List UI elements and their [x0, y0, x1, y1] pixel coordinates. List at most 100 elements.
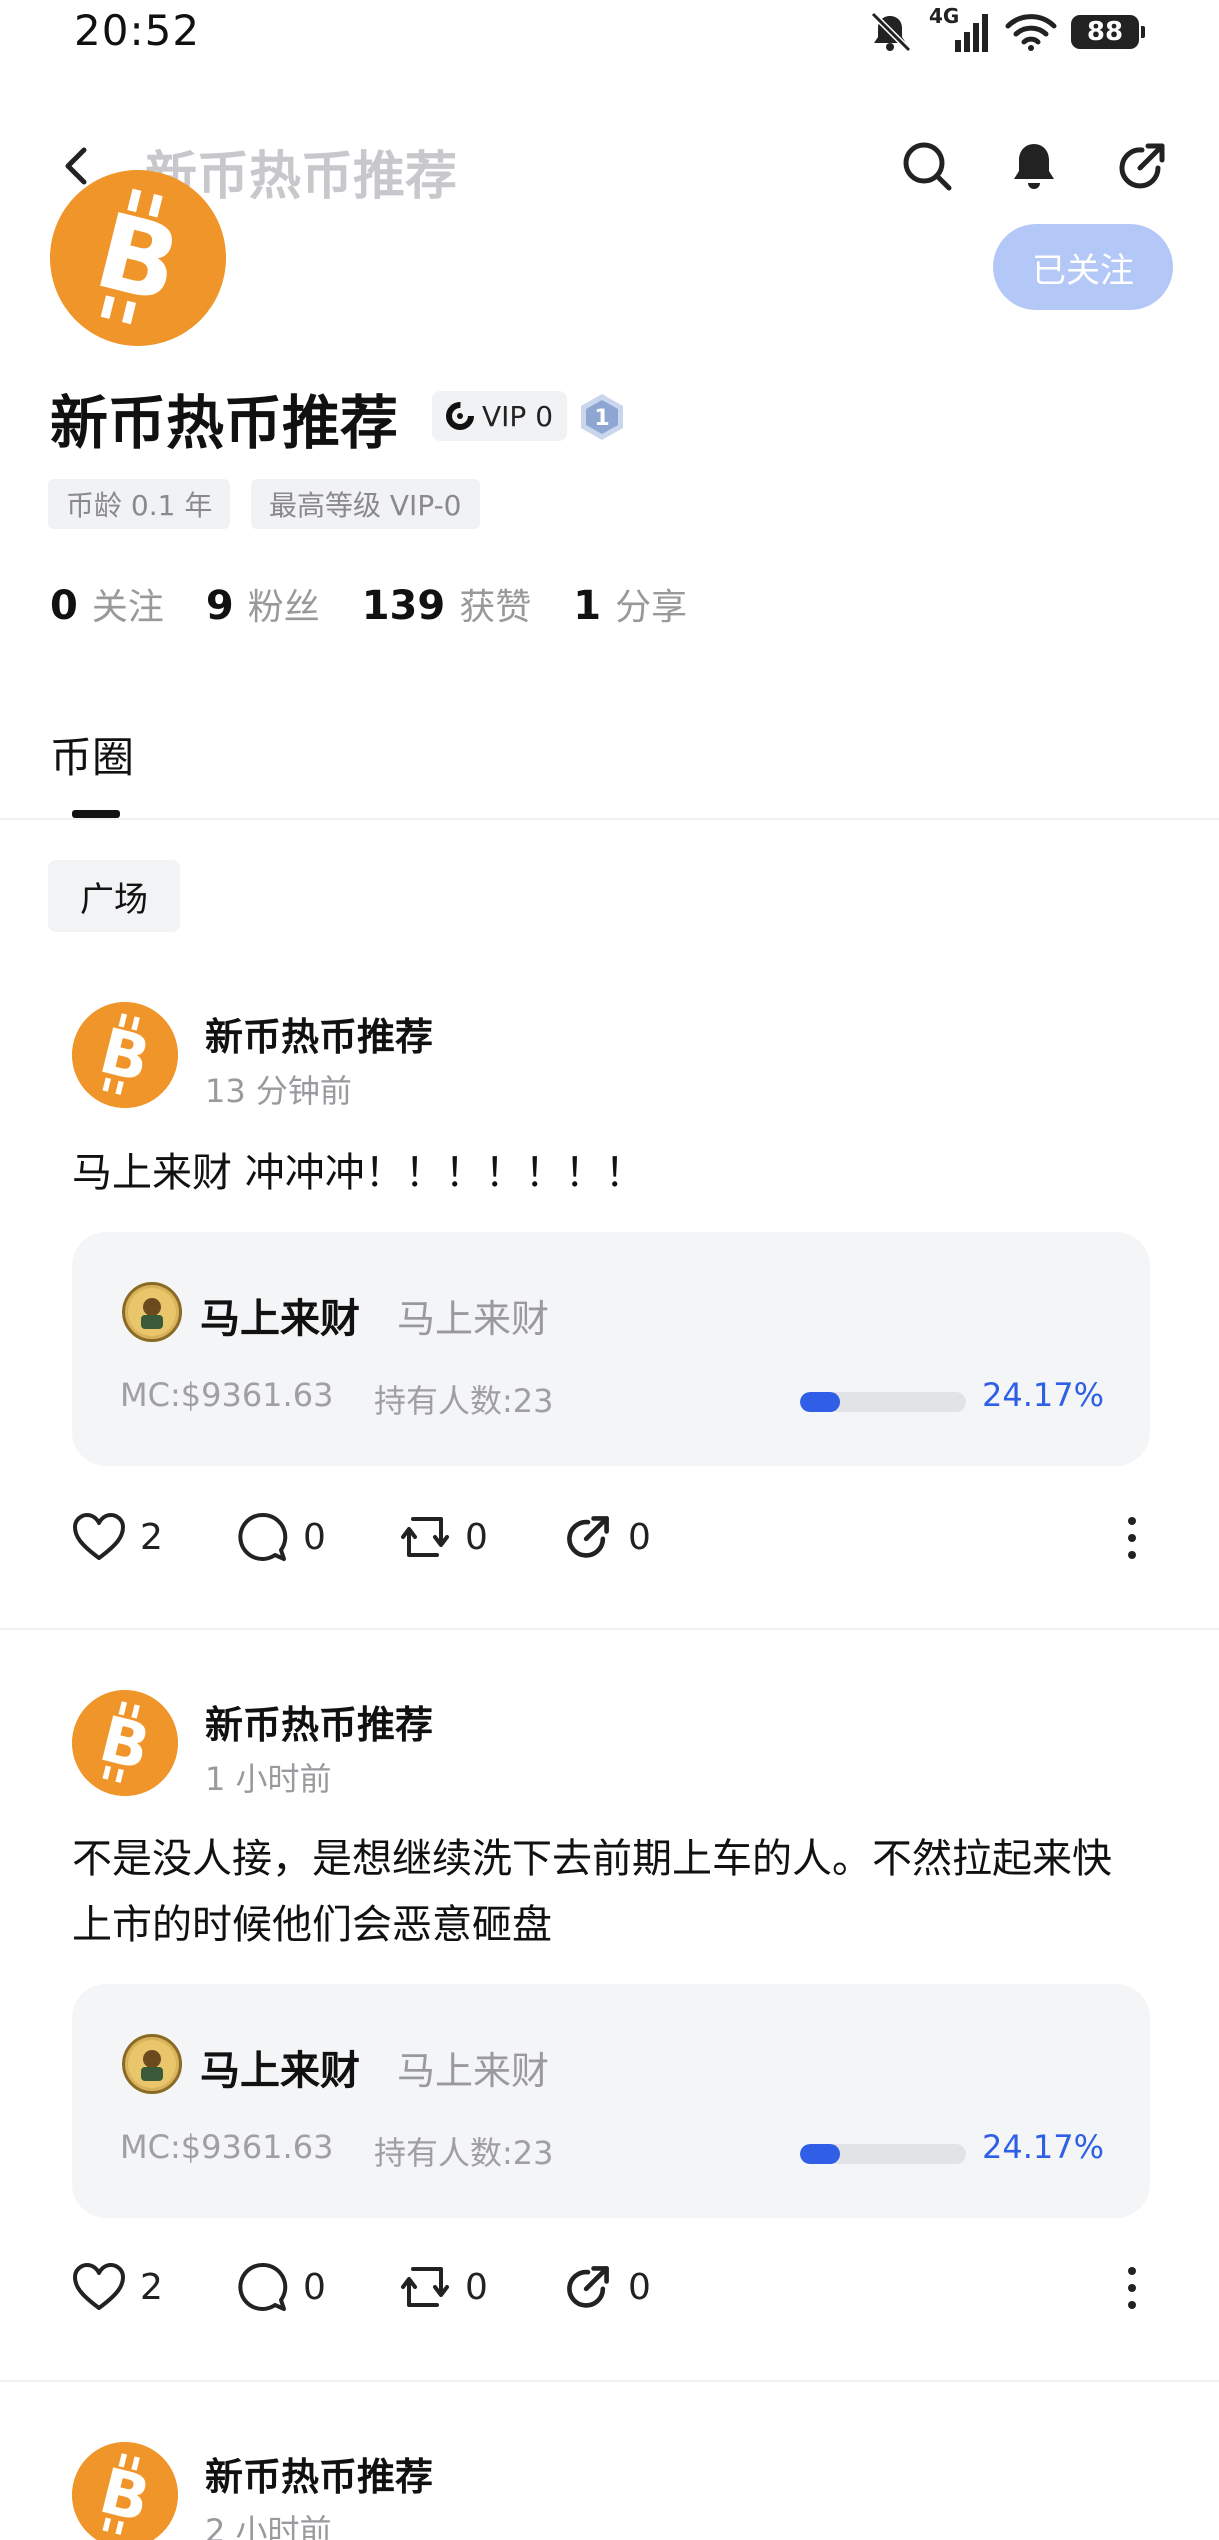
comment-count: 0 — [303, 1516, 326, 1558]
coin-symbol: 马上来财 — [397, 1297, 550, 1341]
following-count[interactable]: 0 — [50, 583, 78, 629]
status-bar: 20:52 4G 88 — [0, 0, 1219, 64]
post-actions: 2 0 0 0 — [72, 2252, 1152, 2322]
coin-card[interactable]: 马上来财 马上来财 MC:$9361.63 持有人数:23 24.17% — [72, 1232, 1150, 1466]
like-count: 2 — [140, 2266, 163, 2308]
coin-name: 马上来财 — [200, 2048, 360, 2094]
highest-level-tag: 最高等级 VIP-0 — [251, 479, 480, 529]
post-text: 马上来财 冲冲冲！！！！！！！ — [72, 1150, 645, 1196]
vip-ring-icon — [446, 402, 474, 430]
profile-avatar: B — [50, 170, 226, 346]
coin-progress-bar — [800, 2144, 966, 2164]
comment-button[interactable]: 0 — [237, 1502, 326, 1572]
coin-symbol: 马上来财 — [397, 2049, 550, 2093]
more-dot-icon — [1128, 1517, 1136, 1525]
post-text: 不是没人接，是想继续洗下去前期上车的人。不然拉起来快上市的时候他们会恶意砸盘 — [72, 1836, 1112, 1948]
filter-chip-square[interactable]: 广场 — [48, 860, 180, 932]
post-author[interactable]: 新币热币推荐 — [205, 1694, 433, 1749]
bitcoin-logo-icon: B — [72, 1002, 178, 1108]
repost-icon — [401, 2267, 449, 2307]
coin-holders: 持有人数:23 — [374, 1382, 554, 1420]
level-badge: 1 — [578, 392, 626, 442]
share-icon — [567, 2266, 609, 2308]
share-button[interactable] — [1110, 134, 1174, 198]
bitcoin-logo-icon: B — [72, 1690, 178, 1796]
comment-button[interactable]: 0 — [237, 2252, 326, 2322]
tab-coin-circle[interactable]: 币圈 — [50, 724, 134, 785]
coin-holders: 持有人数:23 — [374, 2134, 554, 2172]
progress-fill — [800, 2144, 841, 2164]
more-options-button[interactable] — [1112, 2258, 1152, 2318]
coin-market-cap: MC:$9361.63 — [120, 1376, 334, 1414]
progress-fill — [800, 1392, 841, 1412]
like-button[interactable]: 2 — [72, 1502, 163, 1572]
vip-badge: VIP 0 — [432, 391, 568, 441]
share-post-button[interactable]: 0 — [562, 2252, 651, 2322]
share-icon — [1119, 143, 1165, 189]
repost-count: 0 — [465, 2266, 488, 2308]
heart-icon — [73, 1513, 125, 1560]
post-divider — [0, 1628, 1219, 1630]
repost-icon — [401, 1517, 449, 1557]
post-avatar[interactable]: B — [72, 1690, 178, 1796]
battery-icon: 88 — [1071, 15, 1145, 49]
cellular-signal-icon: 4G — [929, 4, 991, 54]
likes-received-count: 139 — [361, 583, 446, 629]
hexagon-level-icon: 1 — [581, 394, 623, 440]
post-time: 1 小时前 — [205, 1760, 332, 1798]
wifi-icon — [1005, 14, 1057, 51]
following-label[interactable]: 关注 — [92, 578, 164, 630]
comment-count: 0 — [303, 2266, 326, 2308]
coin-progress-text: 24.17% — [982, 1376, 1105, 1414]
post-time: 2 小时前 — [205, 2512, 332, 2540]
followers-count[interactable]: 9 — [206, 583, 234, 629]
svg-text:1: 1 — [594, 406, 609, 431]
status-icons: 4G 88 — [865, 4, 1145, 56]
coin-market-cap: MC:$9361.63 — [120, 2128, 334, 2166]
heart-icon — [73, 2263, 125, 2310]
repost-button[interactable]: 0 — [399, 1502, 488, 1572]
repost-count: 0 — [465, 1516, 488, 1558]
post-actions: 2 0 0 0 — [72, 1502, 1152, 1572]
more-dot-icon — [1128, 2267, 1136, 2275]
notification-button[interactable] — [1002, 134, 1066, 198]
coin-progress-bar — [800, 1392, 966, 1412]
status-time: 20:52 — [74, 6, 201, 55]
more-dot-icon — [1128, 2284, 1136, 2292]
post-avatar[interactable]: B — [72, 2442, 178, 2540]
share-count: 0 — [628, 2266, 651, 2308]
coin-logo-icon — [122, 1282, 182, 1342]
profile-stats: 0 关注 9 粉丝 139 获赞 1 分享 — [50, 578, 729, 630]
share-post-button[interactable]: 0 — [562, 1502, 651, 1572]
like-count: 2 — [140, 1516, 163, 1558]
post-author[interactable]: 新币热币推荐 — [205, 1006, 433, 1061]
more-options-button[interactable] — [1112, 1508, 1152, 1568]
tab-divider — [0, 818, 1219, 820]
comment-icon — [238, 1512, 288, 1561]
likes-received-label: 获赞 — [459, 587, 532, 628]
shares-count: 1 — [573, 583, 602, 629]
repost-button[interactable]: 0 — [399, 2252, 488, 2322]
follow-button[interactable]: 已关注 — [993, 224, 1173, 310]
post-time: 13 分钟前 — [205, 1072, 352, 1110]
post-avatar[interactable]: B — [72, 1002, 178, 1108]
more-dot-icon — [1128, 2301, 1136, 2309]
search-button[interactable] — [895, 134, 959, 198]
bitcoin-logo-icon: B — [50, 170, 226, 346]
share-count: 0 — [628, 1516, 651, 1558]
post-divider — [0, 2380, 1219, 2382]
bitcoin-logo-icon: B — [72, 2442, 178, 2540]
coin-age-tag: 币龄 0.1 年 — [48, 479, 231, 529]
more-dot-icon — [1128, 1534, 1136, 1542]
search-icon — [903, 142, 952, 191]
coin-name: 马上来财 — [200, 1296, 360, 1342]
like-button[interactable]: 2 — [72, 2252, 163, 2322]
vip-label: VIP 0 — [482, 399, 554, 433]
post-author[interactable]: 新币热币推荐 — [205, 2446, 433, 2501]
share-icon — [567, 1516, 609, 1558]
mute-icon — [870, 11, 912, 53]
more-dot-icon — [1128, 1551, 1136, 1559]
followers-label[interactable]: 粉丝 — [248, 578, 320, 630]
coin-logo-icon — [122, 2034, 182, 2094]
coin-card[interactable]: 马上来财 马上来财 MC:$9361.63 持有人数:23 24.17% — [72, 1984, 1150, 2218]
